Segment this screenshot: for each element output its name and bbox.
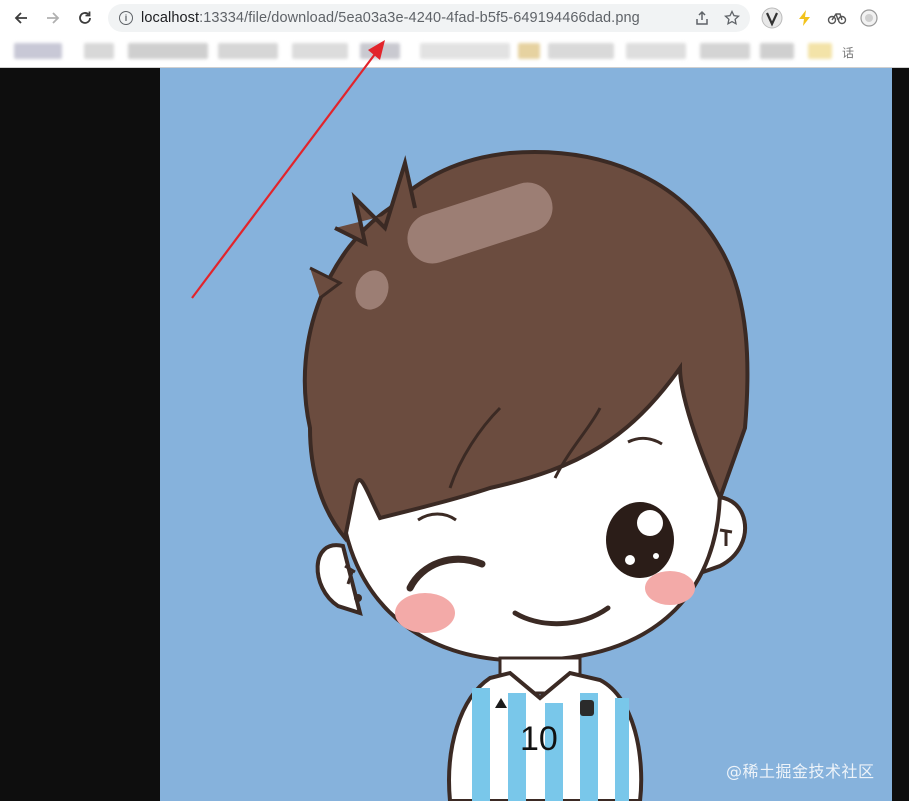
bookmark-item[interactable] bbox=[128, 43, 208, 59]
bookmark-item[interactable] bbox=[626, 43, 686, 59]
cartoon-boy-illustration: 10 bbox=[302, 150, 750, 801]
watermark: @稀土掘金技术社区 bbox=[726, 762, 875, 781]
address-bar[interactable]: i localhost:13334/file/download/5ea03a3e… bbox=[108, 4, 750, 32]
right-cheek bbox=[645, 571, 695, 605]
image-viewer: 10 bbox=[0, 68, 909, 801]
url-text[interactable]: localhost:13334/file/download/5ea03a3e-4… bbox=[141, 10, 640, 26]
share-icon[interactable] bbox=[692, 8, 712, 28]
bookmark-label[interactable]: 话 bbox=[842, 44, 854, 61]
open-eye bbox=[606, 502, 674, 578]
bookmark-item[interactable] bbox=[518, 43, 540, 59]
bookmark-item[interactable] bbox=[700, 43, 750, 59]
bookmark-item[interactable] bbox=[420, 43, 510, 59]
back-icon[interactable] bbox=[8, 5, 34, 31]
bookmark-item[interactable] bbox=[760, 43, 794, 59]
bookmark-item[interactable] bbox=[292, 43, 348, 59]
forward-icon[interactable] bbox=[40, 5, 66, 31]
v-extension-icon[interactable] bbox=[760, 6, 784, 30]
bookmarks-bar: 话 bbox=[0, 36, 909, 68]
avatar-image: 10 bbox=[160, 68, 892, 801]
browser-chrome: i localhost:13334/file/download/5ea03a3e… bbox=[0, 0, 909, 68]
reload-icon[interactable] bbox=[72, 5, 98, 31]
lightning-icon[interactable] bbox=[793, 6, 817, 30]
bookmark-item[interactable] bbox=[548, 43, 614, 59]
star-icon[interactable] bbox=[722, 8, 742, 28]
bookmark-item[interactable] bbox=[218, 43, 278, 59]
bike-icon[interactable] bbox=[825, 6, 849, 30]
left-cheek bbox=[395, 593, 455, 633]
profile-icon[interactable] bbox=[857, 6, 881, 30]
browser-toolbar: i localhost:13334/file/download/5ea03a3e… bbox=[0, 0, 909, 36]
info-icon[interactable]: i bbox=[119, 11, 133, 25]
url-path: :13334/file/download/5ea03a3e-4240-4fad-… bbox=[199, 10, 640, 26]
crest bbox=[580, 700, 594, 716]
jersey-number: 10 bbox=[520, 720, 558, 758]
bookmark-item[interactable] bbox=[14, 43, 62, 59]
bookmark-item[interactable] bbox=[84, 43, 114, 59]
url-host: localhost bbox=[141, 10, 200, 26]
bookmark-item[interactable] bbox=[808, 43, 832, 59]
bookmark-item[interactable] bbox=[360, 43, 400, 59]
